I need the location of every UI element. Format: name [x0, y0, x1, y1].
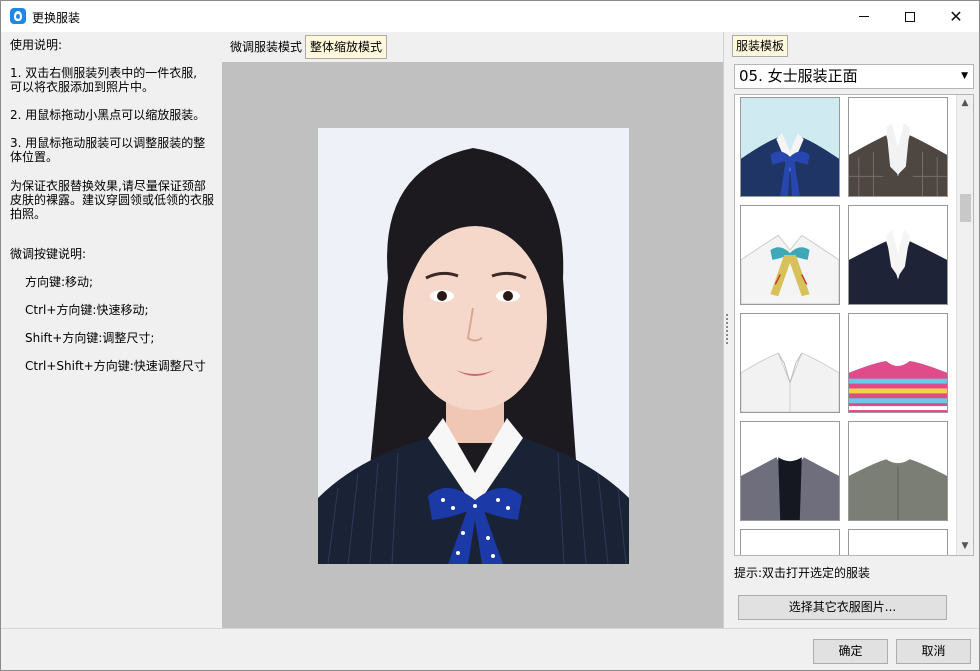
key-hint-fast-move: Ctrl+方向键:快速移动;: [25, 303, 149, 317]
ok-button[interactable]: 确定: [813, 639, 888, 664]
help-panel: 使用说明: 1. 双击右侧服装列表中的一件衣服, 可以将衣服添加到照片中。 2.…: [2, 32, 221, 628]
costume-thumb[interactable]: [848, 313, 948, 413]
window-title: 更换服装: [32, 11, 81, 25]
costume-thumb[interactable]: [740, 529, 840, 555]
chevron-up-icon[interactable]: ▲: [957, 95, 973, 112]
help-note-line2: 皮肤的裸露。建议穿圆领或低领的衣服: [10, 193, 215, 207]
app-logo-icon: [10, 8, 26, 24]
chevron-down-icon[interactable]: ▼: [957, 538, 973, 555]
help-step2: 2. 用鼠标拖动小黑点可以缩放服装。: [10, 108, 206, 122]
costume-navy-suit: [849, 206, 947, 304]
portrait-photo[interactable]: [318, 128, 629, 564]
key-hint-move: 方向键:移动;: [25, 275, 94, 289]
costume-gray-wool-jacket: [849, 422, 947, 520]
costume-white-striped-scarf: [741, 206, 839, 304]
portrait-illustration: [318, 128, 629, 564]
costume-template-panel: 服装模板 05. 女士服装正面 ▼ ▲ ▼ 提示:双击打开选定的服装 选择其它衣…: [729, 32, 979, 628]
close-icon: ✕: [949, 6, 963, 26]
costume-gallery: ▲ ▼: [734, 94, 974, 556]
cancel-button[interactable]: 取消: [896, 639, 971, 664]
dialog-footer: 确定 取消: [1, 628, 979, 670]
chevron-down-icon: ▼: [961, 71, 968, 81]
help-step3-line1: 3. 用鼠标拖动服装可以调整服装的整: [10, 136, 206, 150]
costume-thumb[interactable]: [740, 97, 840, 197]
category-select[interactable]: 05. 女士服装正面 ▼: [734, 64, 974, 89]
help-note-line1: 为保证衣服替换效果,请尽量保证颈部: [10, 179, 206, 193]
help-step3-line2: 体位置。: [10, 150, 59, 164]
key-hint-fast-resize: Ctrl+Shift+方向键:快速调整尺寸: [25, 359, 206, 373]
tab-whole-scale-mode[interactable]: 整体缩放模式: [305, 35, 388, 59]
mode-tabbar: 微调服装模式 整体缩放模式: [222, 32, 723, 62]
key-hint-resize: Shift+方向键:调整尺寸;: [25, 331, 155, 345]
gallery-hint: 提示:双击打开选定的服装: [734, 566, 871, 580]
scrollbar-thumb[interactable]: [960, 194, 971, 222]
category-select-value: 05. 女士服装正面: [739, 67, 858, 85]
costume-thumb[interactable]: [848, 529, 948, 555]
tab-fine-tune-mode[interactable]: 微调服装模式: [225, 35, 307, 59]
costume-thumb[interactable]: [740, 421, 840, 521]
costume-thumb[interactable]: [848, 97, 948, 197]
costume-striped-sweater: [849, 314, 947, 412]
costume-thumb[interactable]: [740, 313, 840, 413]
tab-costume-templates[interactable]: 服装模板: [732, 35, 789, 57]
minimize-icon: [859, 16, 869, 17]
maximize-icon: [905, 11, 915, 22]
costume-plaid-jacket: [849, 98, 947, 196]
costume-thumb[interactable]: [848, 205, 948, 305]
costume-thumb[interactable]: [740, 205, 840, 305]
help-step1-line1: 1. 双击右侧服装列表中的一件衣服,: [10, 66, 198, 80]
help-note-line3: 拍照。: [10, 207, 47, 221]
photo-canvas-area: 微调服装模式 整体缩放模式: [222, 32, 723, 628]
minimize-button[interactable]: [841, 1, 887, 32]
help-step1-line2: 可以将衣服添加到照片中。: [10, 80, 155, 94]
costume-thumb[interactable]: [848, 421, 948, 521]
maximize-button[interactable]: [887, 1, 933, 32]
close-button[interactable]: ✕: [933, 1, 979, 32]
gallery-scrollbar[interactable]: ▲ ▼: [956, 95, 973, 555]
splitter-grip-icon: [726, 314, 728, 344]
costume-navy-dotted-bow: [741, 98, 839, 196]
costume-white-blouse: [741, 314, 839, 412]
keys-heading: 微调按键说明:: [10, 247, 87, 261]
costume-gray-jacket-black-top: [741, 422, 839, 520]
title-bar: 更换服装 ✕: [1, 1, 979, 32]
help-heading: 使用说明:: [10, 38, 63, 52]
dialog-window: 更换服装 ✕ 使用说明: 1. 双击右侧服装列表中的一件衣服, 可以将衣服添加到…: [0, 0, 980, 671]
choose-other-image-button[interactable]: 选择其它衣服图片...: [738, 595, 947, 620]
